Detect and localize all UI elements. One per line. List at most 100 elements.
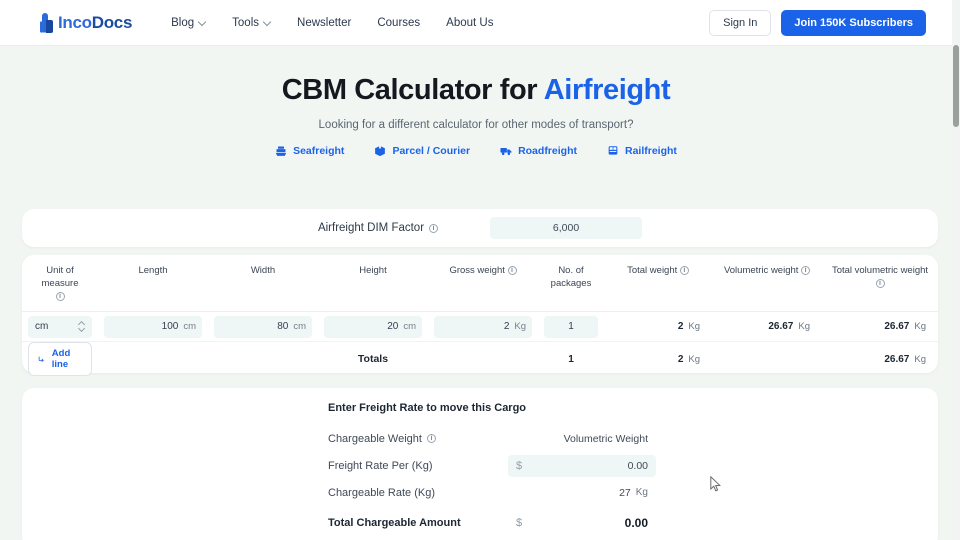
height-input[interactable]: 20 cm	[324, 315, 422, 338]
column-header-width: Width	[208, 255, 318, 312]
column-header-label: Length	[138, 265, 168, 276]
totals-packages-value: 1	[568, 353, 574, 365]
column-header-total-weight: Total weight i	[604, 255, 712, 312]
freight-rate-per-kg-input[interactable]: $ 0.00	[508, 454, 656, 477]
column-header-label: No. of packages	[550, 265, 592, 289]
nav-item-label: About Us	[446, 16, 494, 29]
column-header-label: Height	[359, 265, 387, 276]
brand-logo[interactable]: IncoDocs	[40, 12, 133, 33]
cell-empty-3	[428, 342, 538, 377]
width-value: 80	[277, 321, 289, 333]
currency-symbol: $	[516, 459, 523, 472]
totals-total-weight-value: 2	[677, 353, 684, 365]
page-scrollbar-thumb[interactable]	[953, 45, 959, 127]
page-title-accent: Airfreight	[543, 74, 671, 106]
gross-weight-input[interactable]: 2 Kg	[434, 315, 532, 338]
nav-item-blog[interactable]: Blog	[158, 11, 219, 35]
nav-item-label: Blog	[171, 16, 195, 29]
dim-factor-label-text: Airfreight DIM Factor	[317, 222, 425, 234]
mode-link-railfreight[interactable]: Railfreight	[607, 145, 677, 157]
volumetric-weight-value-group: 26.67 Kg	[718, 321, 816, 332]
totals-total-volumetric-weight-unit: Kg	[914, 353, 926, 365]
column-header-label: Total weight	[627, 265, 678, 276]
mode-link-label: Railfreight	[624, 145, 677, 157]
chargeable-rate-kg-unit: Kg	[635, 487, 648, 498]
column-header-total-volumetric-weight: Total volumetric weight i	[822, 255, 938, 312]
length-input[interactable]: 100 cm	[104, 315, 202, 338]
cell-totals-total-volumetric-weight: 26.67 Kg	[822, 342, 938, 377]
table-header-row: Unit of measure i Length Width Height Gr…	[22, 255, 938, 312]
chargeable-rate-kg-row: Chargeable Rate (Kg) 27 Kg	[328, 479, 938, 506]
mode-link-label: Seafreight	[293, 145, 345, 157]
total-chargeable-amount-value-group: $ 0.00	[508, 512, 656, 534]
column-header-label: Total volumetric weight	[831, 265, 929, 276]
arrow-turn-down-right-icon	[38, 356, 44, 362]
cell-totals-packages: 1	[538, 342, 604, 377]
chargeable-rate-kg-label: Chargeable Rate (Kg)	[328, 486, 436, 499]
chargeable-weight-label: Chargeable Weight i	[328, 433, 508, 445]
total-volumetric-weight-unit: Kg	[914, 321, 926, 333]
sign-in-button[interactable]: Sign In	[709, 9, 772, 36]
info-icon[interactable]: i	[875, 278, 885, 288]
nav-item-label: Courses	[377, 16, 421, 29]
mode-link-parcel-courier[interactable]: Parcel / Courier	[374, 145, 470, 157]
total-weight-value-group: 2 Kg	[610, 321, 706, 332]
volumetric-weight-value: 26.67	[768, 321, 794, 333]
cell-total-volumetric-weight: 26.67 Kg	[822, 311, 938, 343]
packages-input[interactable]: 1	[544, 315, 598, 338]
cargo-table-card: Unit of measure i Length Width Height Gr…	[22, 255, 938, 377]
info-icon[interactable]: i	[426, 434, 436, 443]
train-icon	[608, 146, 618, 155]
transport-mode-links: Seafreight Parcel / Courier Roadfreight	[0, 145, 952, 157]
dim-factor-input[interactable]	[490, 217, 643, 239]
freight-rate-per-kg-label: Freight Rate Per (Kg)	[328, 459, 433, 472]
hero-subtitle: Looking for a different calculator for o…	[318, 119, 634, 131]
mode-link-label: Roadfreight	[518, 145, 577, 157]
info-icon[interactable]: i	[801, 265, 811, 275]
mode-link-roadfreight[interactable]: Roadfreight	[500, 145, 577, 157]
cell-empty-2	[208, 342, 318, 377]
table-row: cm 100 cm 80 cm 20 cm 2 Kg 1 2 Kg 26.67 …	[22, 311, 938, 343]
width-unit: cm	[293, 321, 306, 333]
chargeable-weight-row: Chargeable Weight i Volumetric Weight	[328, 425, 938, 452]
packages-value: 1	[568, 321, 574, 333]
freight-rate-card: Enter Freight Rate to move this Cargo Ch…	[22, 388, 938, 540]
info-icon[interactable]: i	[429, 223, 439, 233]
top-navigation-bar: IncoDocs Blog Tools Newsletter Courses A…	[0, 0, 952, 46]
mode-link-label: Parcel / Courier	[392, 145, 471, 157]
hero-section: CBM Calculator for Airfreight Looking fo…	[0, 46, 952, 157]
cell-unit-of-measure: cm	[22, 311, 98, 343]
total-chargeable-amount-row: Total Chargeable Amount $ 0.00	[328, 506, 938, 540]
nav-item-tools[interactable]: Tools	[219, 11, 284, 35]
table-totals-row: Add line Totals 1 2 Kg 26.67 Kg	[22, 342, 938, 377]
nav-item-label: Tools	[232, 16, 260, 29]
dim-factor-card: Airfreight DIM Factor i	[22, 209, 938, 247]
width-input[interactable]: 80 cm	[214, 315, 312, 338]
page-root: IncoDocs Blog Tools Newsletter Courses A…	[0, 0, 960, 540]
brand-name-part1: Inco	[58, 12, 92, 32]
column-header-label: Width	[250, 265, 276, 276]
subscribe-button[interactable]: Join 150K Subscribers	[781, 9, 926, 36]
add-line-button[interactable]: Add line	[28, 342, 92, 377]
page-scrollbar-track[interactable]	[952, 0, 960, 540]
page-title: CBM Calculator for Airfreight	[0, 74, 952, 107]
column-header-length: Length	[98, 255, 208, 312]
nav-item-label: Newsletter	[297, 16, 352, 29]
chevron-down-icon	[199, 19, 206, 26]
gross-weight-value: 2	[503, 321, 510, 333]
nav-item-newsletter[interactable]: Newsletter	[284, 11, 364, 35]
totals-label: Totals	[357, 353, 389, 366]
info-icon[interactable]: i	[507, 265, 517, 275]
nav-item-courses[interactable]: Courses	[364, 11, 433, 35]
length-value: 100	[161, 321, 179, 333]
cell-gross-weight: 2 Kg	[428, 311, 538, 343]
mode-link-seafreight[interactable]: Seafreight	[275, 145, 344, 157]
incodocs-logo-icon	[40, 12, 54, 33]
info-icon[interactable]: i	[679, 265, 689, 275]
info-icon[interactable]: i	[55, 291, 65, 301]
mouse-cursor	[710, 476, 721, 492]
unit-of-measure-select[interactable]: cm	[28, 315, 92, 338]
brand-name-part2: Docs	[91, 12, 133, 32]
nav-item-about-us[interactable]: About Us	[433, 11, 506, 35]
unit-of-measure-value: cm	[35, 321, 49, 333]
